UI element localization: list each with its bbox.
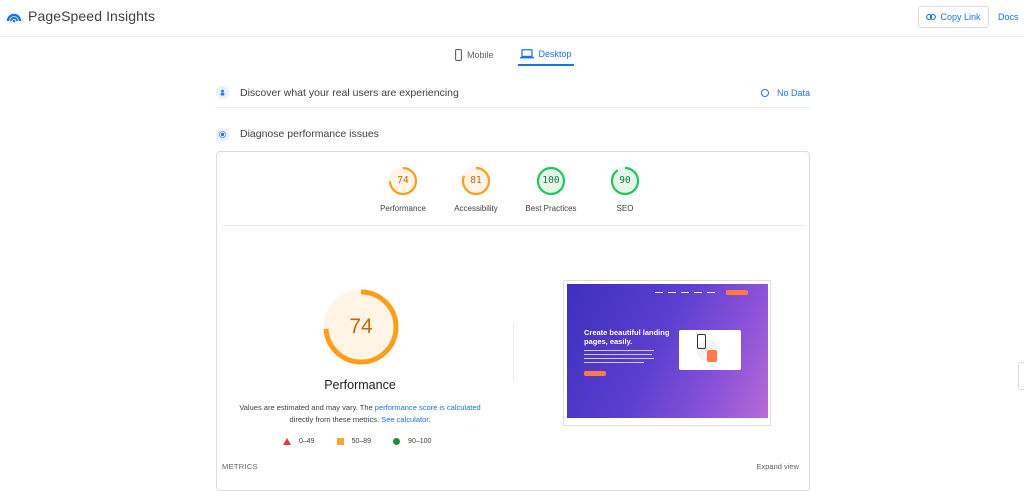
tab-desktop[interactable]: Desktop	[517, 44, 574, 66]
legend-range: 50–89	[351, 438, 372, 445]
gauge-label: SEO	[616, 204, 634, 213]
see-calculator-link[interactable]: See calculator	[381, 415, 428, 424]
triangle-icon	[283, 438, 291, 445]
gauge-label: Performance	[380, 204, 426, 213]
phone-icon	[455, 49, 462, 61]
score-description: Values are estimated and may vary. The p…	[235, 402, 485, 426]
screenshot-headline: Create beautiful landing pages, easily.	[584, 328, 670, 346]
score-calculated-link[interactable]: performance score is calculated	[375, 403, 481, 412]
screenshot-text-line	[584, 350, 654, 352]
gauge-seo[interactable]: 90 SEO	[585, 166, 665, 213]
side-feedback-tab[interactable]	[1018, 362, 1024, 390]
info-icon	[760, 88, 769, 97]
performance-score-value: 74	[349, 315, 373, 338]
screenshot-figure-accent	[707, 350, 717, 362]
gauge-value: 74	[397, 175, 409, 186]
screenshot-text-line	[584, 354, 652, 356]
field-data-title: Discover what your real users are experi…	[240, 86, 459, 99]
top-bar: PageSpeed Insights Copy Link Docs	[0, 0, 1024, 37]
score-gauges: 74 Performance 81 Accessibility 100 Best…	[217, 166, 811, 226]
no-data-label: No Data	[776, 87, 810, 98]
expand-view-button[interactable]: Expand view	[756, 462, 799, 471]
legend-fail: 0–49	[283, 438, 315, 445]
gauge-performance[interactable]: 74 Performance	[363, 166, 443, 213]
screenshot-nav	[655, 290, 748, 295]
gauge-ring: 100	[536, 166, 566, 196]
screenshot-phone	[697, 334, 706, 349]
tab-mobile[interactable]: Mobile	[453, 44, 496, 66]
no-data-indicator[interactable]: No Data	[760, 87, 810, 98]
tab-desktop-label: Desktop	[538, 49, 572, 59]
metrics-heading: METRICS	[222, 462, 258, 471]
lab-icon	[216, 127, 229, 141]
link-icon	[926, 14, 937, 20]
vertical-divider	[513, 324, 514, 380]
gauge-label: Accessibility	[454, 204, 498, 213]
report-card: 74 Performance 81 Accessibility 100 Best…	[216, 151, 810, 491]
gauge-ring: 81	[461, 166, 491, 196]
screenshot-image: Create beautiful landing pages, easily.	[567, 284, 768, 418]
gauge-value: 81	[470, 175, 482, 186]
screenshot-cta	[584, 371, 606, 376]
final-screenshot[interactable]: Create beautiful landing pages, easily.	[563, 280, 771, 426]
legend-pass: 90–100	[393, 438, 431, 445]
field-data-section: Discover what your real users are experi…	[216, 78, 810, 108]
square-icon	[336, 438, 344, 445]
gauge-value: 100	[542, 175, 560, 186]
gauge-accessibility[interactable]: 81 Accessibility	[436, 166, 516, 213]
performance-title: Performance	[324, 378, 396, 392]
copy-link-button[interactable]: Copy Link	[918, 6, 989, 28]
screenshot-text-line	[584, 362, 644, 364]
circle-icon	[393, 438, 401, 445]
score-legend: 0–49 50–89 90–100	[283, 438, 431, 445]
diagnose-section: Diagnose performance issues	[216, 124, 810, 144]
legend-average: 50–89	[336, 438, 372, 445]
legend-range: 90–100	[408, 438, 432, 445]
screenshot-text-line	[584, 358, 654, 360]
app-title: PageSpeed Insights	[28, 8, 156, 24]
copy-link-label: Copy Link	[940, 12, 981, 22]
docs-link[interactable]: Docs	[998, 12, 1019, 22]
gauge-ring: 74	[388, 166, 418, 196]
app-logo[interactable]: PageSpeed Insights	[6, 8, 155, 24]
divider	[223, 225, 805, 226]
diagnose-title: Diagnose performance issues	[240, 128, 379, 140]
users-icon	[216, 86, 229, 99]
tab-mobile-label: Mobile	[467, 50, 494, 60]
gauge-value: 90	[619, 175, 631, 186]
performance-score-gauge: 74	[321, 287, 401, 367]
legend-range: 0–49	[299, 438, 315, 445]
laptop-icon	[519, 49, 534, 59]
desc-text: .	[428, 415, 431, 424]
gauge-label: Best Practices	[525, 204, 577, 213]
pagespeed-logo-icon	[6, 13, 22, 23]
gauge-ring: 90	[610, 166, 640, 196]
desc-text: directly from these metrics.	[289, 415, 382, 424]
gauge-best-practices[interactable]: 100 Best Practices	[511, 166, 591, 213]
desc-text: Values are estimated and may vary. The	[239, 403, 375, 412]
device-tabs: Mobile Desktop	[453, 44, 574, 66]
